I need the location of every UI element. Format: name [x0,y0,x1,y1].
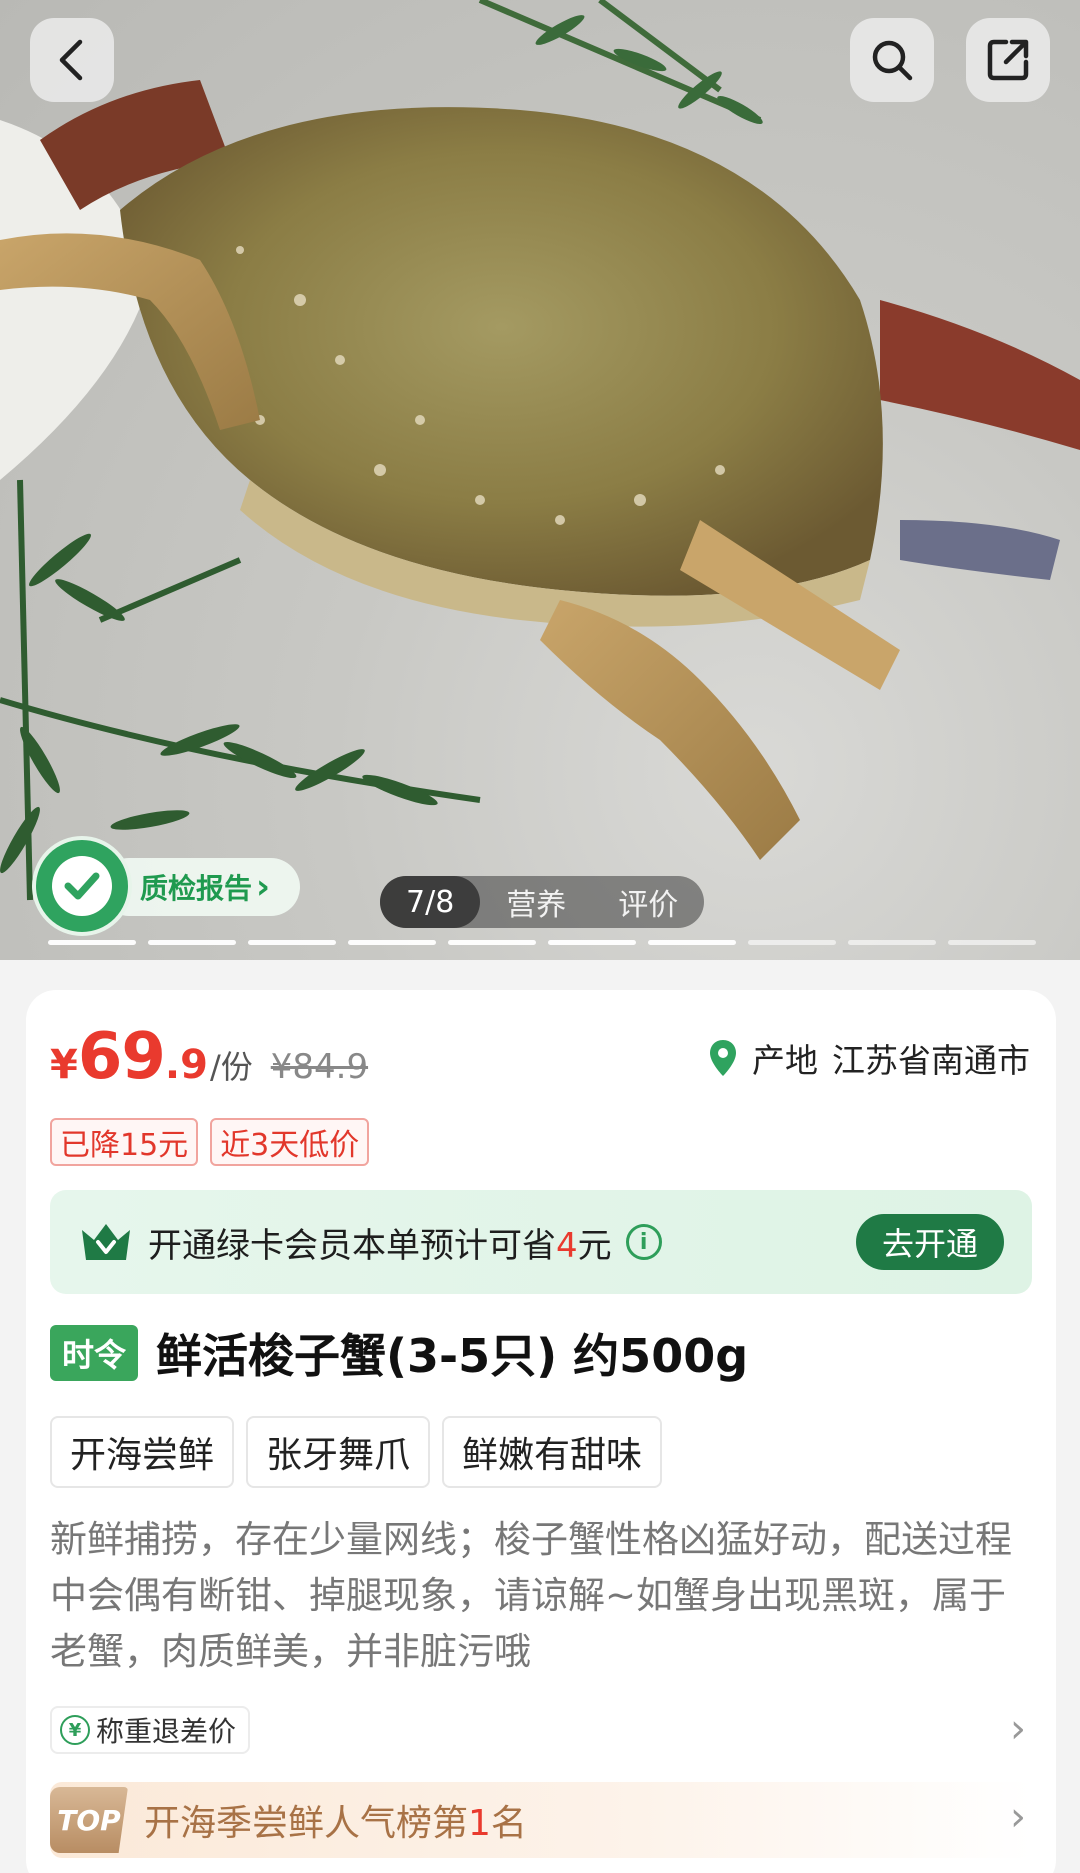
progress-segment [648,940,736,945]
open-membership-button[interactable]: 去开通 [855,1214,1004,1270]
progress-segment [948,940,1036,945]
progress-segment [548,940,636,945]
progress-segment [748,940,836,945]
crown-v-icon [82,1224,130,1260]
product-description: 新鲜捕捞，存在少量网线；梭子蟹性格凶猛好动，配送过程中会偶有断钳、掉腿现象，请谅… [50,1518,1012,1673]
feature-tag: 张牙舞爪 [246,1416,431,1488]
progress-segment [48,940,136,945]
back-button[interactable] [30,18,114,102]
search-icon [872,40,913,81]
search-button[interactable] [850,18,934,102]
gallery-tabs: 7/8 营养 评价 [380,876,705,928]
price-integer: 69 [77,1020,166,1094]
gallery-counter: 7/8 [380,876,481,928]
weight-refund-service[interactable]: ¥ 称重退差价 [50,1706,251,1754]
product-detail-page: 质检报告 › 7/8 营养 评价 ¥ 69 .9 /份 ¥84.9 产地 江苏省… [0,0,1080,1873]
promo-tag: 已降15元 [50,1118,199,1166]
refund-label: 称重退差价 [96,1715,237,1748]
member-text: 开通绿卡会员本单预计可省4元 [148,1225,612,1266]
tab-nutrition[interactable]: 营养 [480,876,592,928]
member-banner[interactable]: 开通绿卡会员本单预计可省4元 i 去开通 [50,1190,1032,1294]
quality-control-badge [32,836,132,936]
progress-segment [348,940,436,945]
ranking-banner[interactable]: TOP 开海季尝鲜人气榜第1名 [50,1782,1032,1858]
chevron-right-icon[interactable]: › [1010,1794,1026,1840]
original-price: ¥84.9 [270,1047,369,1087]
price-unit: /份 [209,1048,253,1086]
feature-tag: 鲜嫩有甜味 [442,1416,663,1488]
ranking-number: 1 [468,1803,491,1844]
price-decimal: .9 [164,1042,208,1088]
progress-segment [448,940,536,945]
feature-tags: 开海尝鲜 张牙舞爪 鲜嫩有甜味 [50,1416,663,1488]
progress-segment [848,940,936,945]
progress-segment [248,940,336,945]
location-pin-icon [710,1040,736,1076]
price-row: ¥ 69 .9 /份 ¥84.9 [50,1020,368,1094]
product-title-row: 时令 鲜活梭子蟹(3-5只) 约500g [50,1320,748,1386]
product-title: 鲜活梭子蟹(3-5只) 约500g [156,1329,749,1383]
info-icon[interactable]: i [625,1224,662,1260]
origin-value: 江苏省南通市 [832,1041,1030,1080]
gallery-progress [48,940,1036,945]
promo-tag: 近3天低价 [210,1118,370,1166]
feature-tag: 开海尝鲜 [50,1416,235,1488]
chevron-left-icon [59,39,83,81]
price-currency: ¥ [50,1042,78,1088]
share-icon [987,39,1029,81]
chevron-right-icon[interactable]: › [1010,1706,1026,1752]
tab-reviews[interactable]: 评价 [592,876,704,928]
top-badge: TOP [50,1787,128,1853]
origin-info: 产地 江苏省南通市 [708,1034,1030,1082]
yen-circle-icon: ¥ [60,1715,90,1745]
crab-photo [0,0,1080,901]
product-info-card: ¥ 69 .9 /份 ¥84.9 产地 江苏省南通市 已降15元 近3天低价 开… [26,990,1056,1873]
member-saving: 4 [556,1225,578,1266]
season-tag: 时令 [50,1325,139,1381]
product-image-gallery[interactable]: 质检报告 › 7/8 营养 评价 [0,0,1080,960]
qc-report-label: 质检报告 [140,872,253,905]
origin-label: 产地 [752,1041,818,1080]
chevron-right-icon: › [256,867,271,907]
promo-tags: 已降15元 近3天低价 [50,1118,370,1166]
ranking-text: 开海季尝鲜人气榜第1名 [144,1803,527,1844]
share-button[interactable] [966,18,1050,102]
progress-segment [148,940,236,945]
